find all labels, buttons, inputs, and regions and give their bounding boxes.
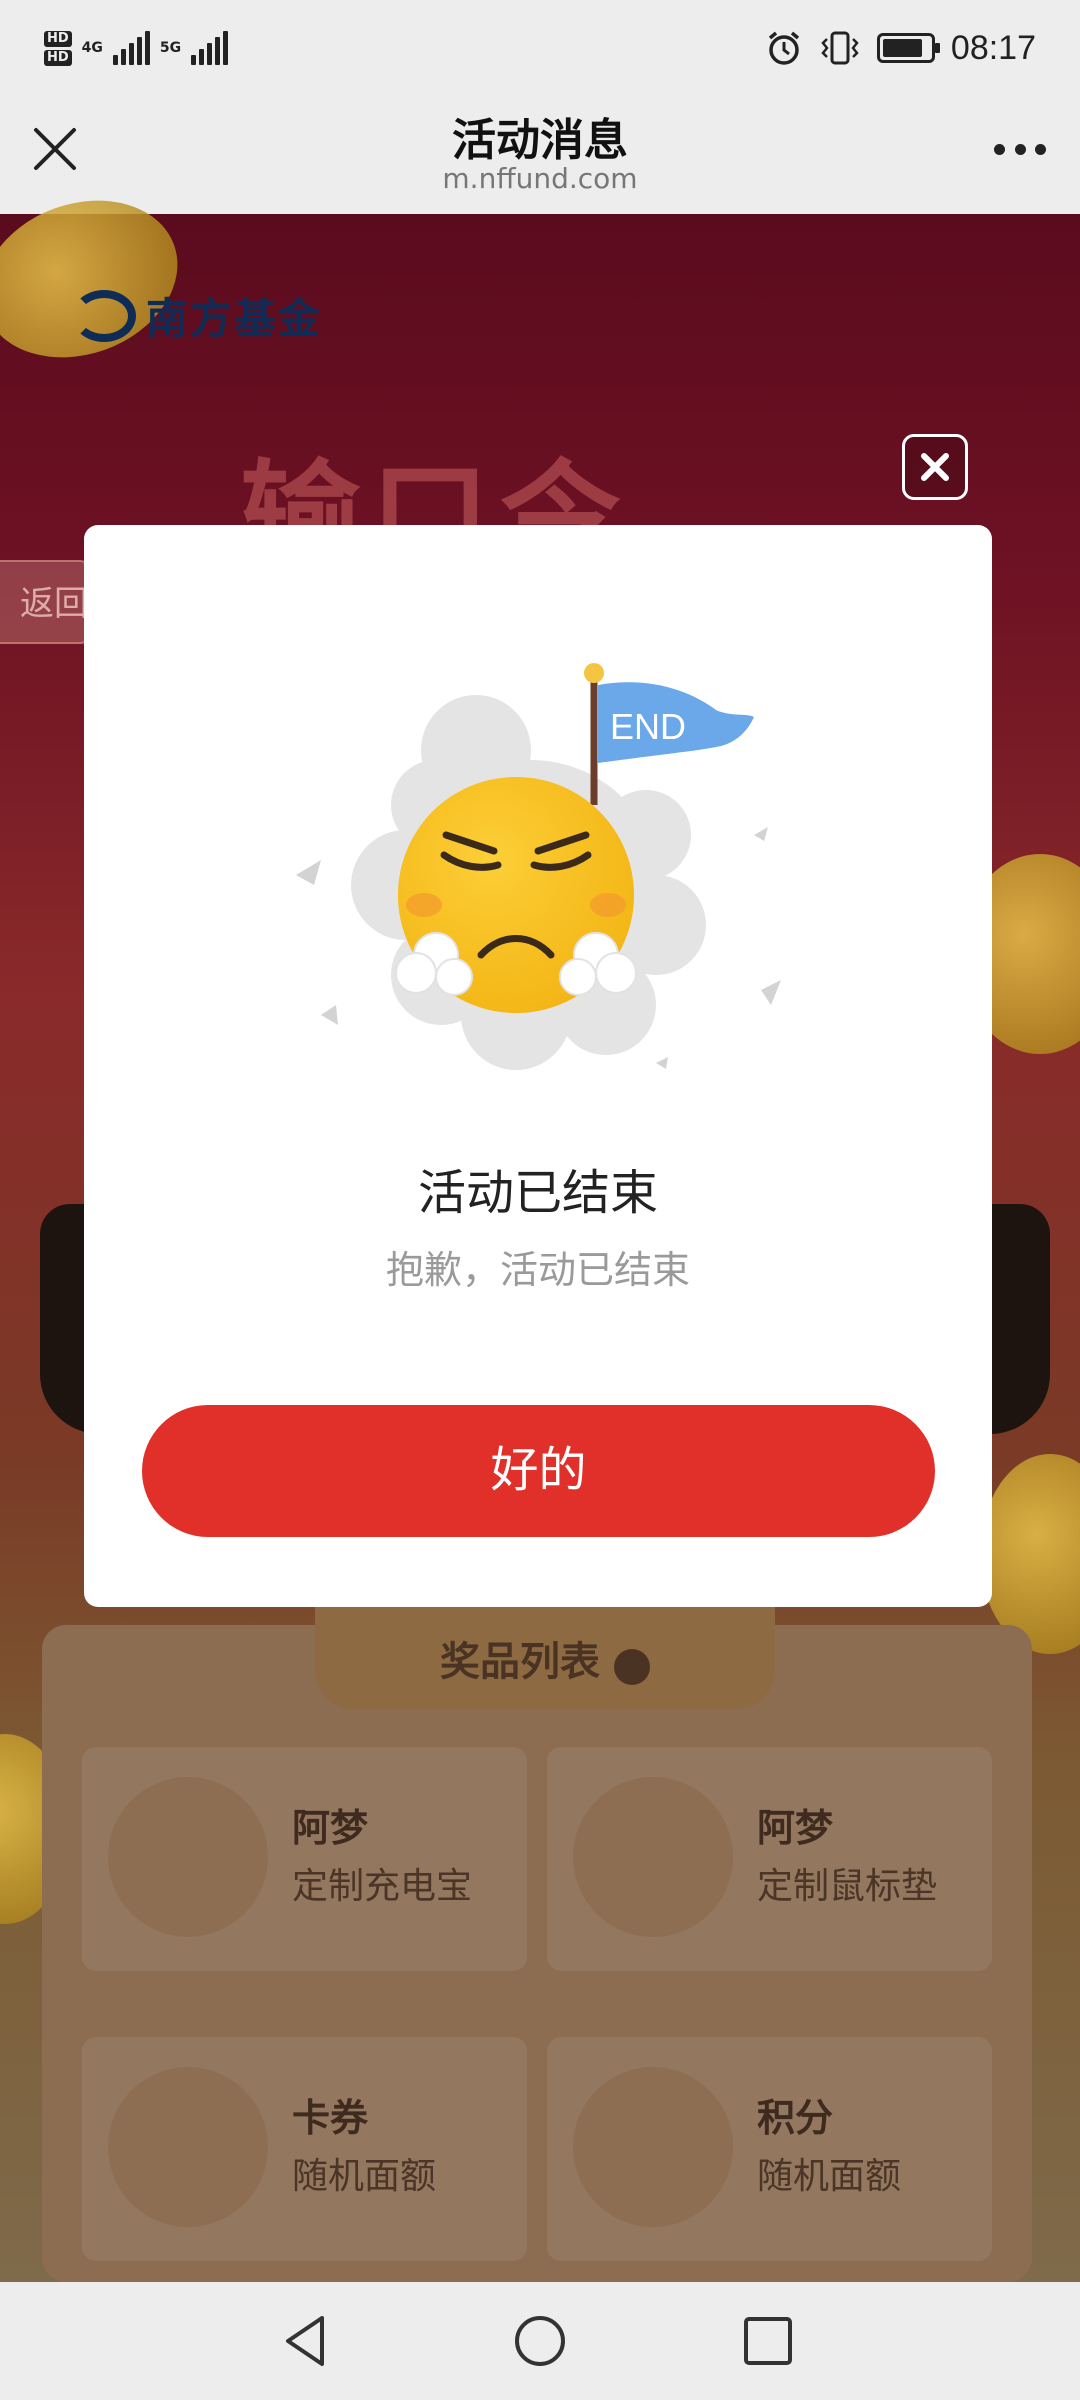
vibrate-icon (821, 31, 859, 65)
clock-time: 08:17 (950, 28, 1036, 67)
angry-emoji-end-flag-illustration: END (296, 663, 781, 1070)
battery-icon (876, 33, 940, 63)
activity-ended-dialog: END 活动已结束 抱歉，活动已结束 好的 (84, 525, 992, 1607)
signal-4g-icon (112, 31, 150, 65)
flag-end-label: END (610, 706, 686, 747)
more-icon[interactable] (988, 122, 1052, 176)
home-circle-icon[interactable] (505, 2306, 575, 2376)
back-triangle-icon[interactable] (270, 2306, 340, 2376)
status-bar: HD HD 4G 5G 08:17 (0, 0, 1080, 96)
recents-square-icon[interactable] (733, 2306, 803, 2376)
nav-bar: 活动消息 m.nffund.com (0, 96, 1080, 214)
screen: HD HD 4G 5G 08:17 活动消息 m.nffund.com 南方基金… (0, 0, 1080, 2400)
network-4g-label: 4G (81, 40, 103, 56)
system-nav-bar (0, 2282, 1080, 2400)
dialog-message: 抱歉，活动已结束 (385, 1248, 690, 1292)
status-left: HD HD 4G 5G (44, 22, 229, 74)
signal-5g-icon (191, 31, 229, 65)
modal-close-button[interactable] (902, 434, 968, 500)
network-5g-label: 5G (159, 40, 182, 56)
page-url: m.nffund.com (442, 162, 638, 195)
battery-fill (882, 39, 922, 57)
close-icon (921, 453, 949, 481)
ok-button[interactable]: 好的 (142, 1405, 935, 1537)
hd-indicators: HD HD (44, 30, 72, 66)
hd-indicator-top: HD (44, 30, 72, 47)
page-title: 活动消息 (452, 115, 628, 166)
status-right: 08:17 (765, 20, 1036, 76)
alarm-icon (768, 31, 800, 65)
hd-indicator-bottom: HD (44, 49, 72, 66)
dialog-title: 活动已结束 (417, 1165, 658, 1221)
